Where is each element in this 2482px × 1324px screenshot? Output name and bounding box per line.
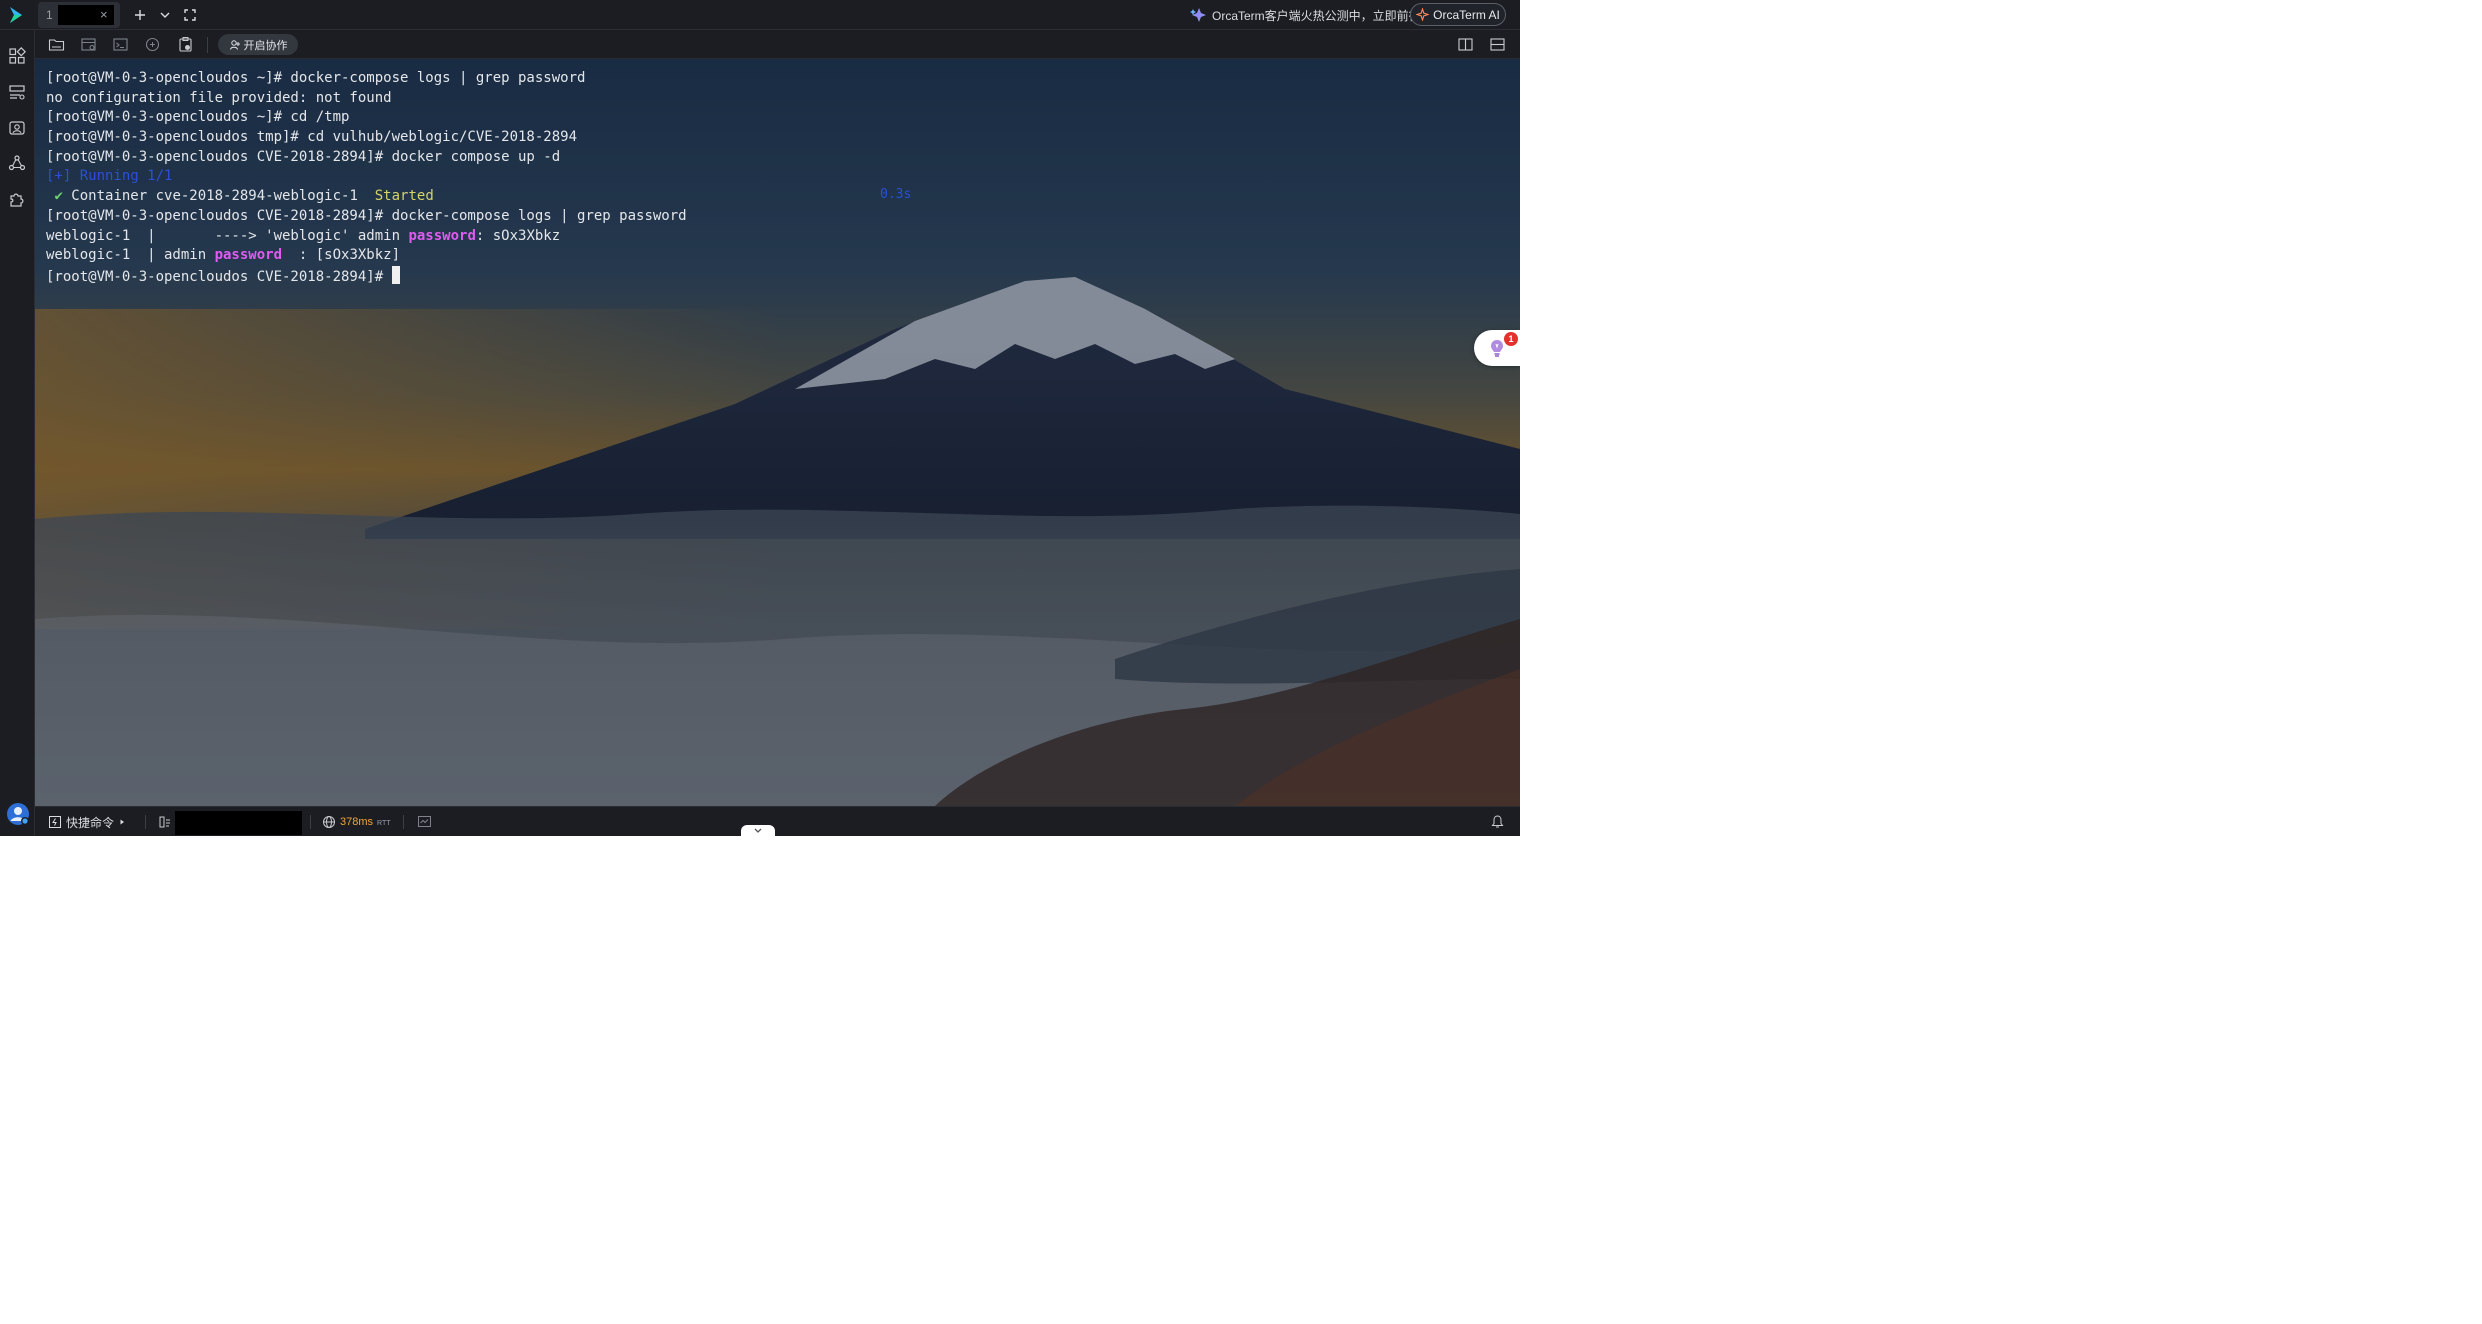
chevron-down-icon xyxy=(754,828,762,833)
terminal-line: [root@VM-0-3-opencloudos CVE-2018-2894]#… xyxy=(46,148,687,168)
terminal-line: [root@VM-0-3-opencloudos CVE-2018-2894]#… xyxy=(46,207,687,227)
orcaterm-sparkle-icon xyxy=(1190,8,1206,22)
start-collaboration-button[interactable]: 开启协作 xyxy=(218,34,298,55)
promo-text: OrcaTerm客户端火热公测中，立即前往 xyxy=(1212,8,1421,23)
user-profile-icon[interactable] xyxy=(8,119,26,137)
status-divider xyxy=(403,815,404,829)
terminal-line: [+] Running 1/1 xyxy=(46,167,687,187)
terminal-line: [root@VM-0-3-opencloudos tmp]# cd vulhub… xyxy=(46,128,687,148)
terminal-line: weblogic-1 | ----> 'weblogic' admin pass… xyxy=(46,227,687,247)
terminal-text-segment: : [sOx3Xbkz] xyxy=(282,247,401,264)
plugin-puzzle-icon[interactable] xyxy=(8,190,26,208)
globe-icon xyxy=(323,816,335,828)
terminal-text-segment: [+] Running 1/1 xyxy=(46,168,173,185)
terminal-text-segment: weblogic-1 | ----> 'weblogic' admin xyxy=(46,227,409,244)
ai-button-label: OrcaTerm AI xyxy=(1433,7,1500,22)
terminal-pane[interactable]: [root@VM-0-3-opencloudos ~]# docker-comp… xyxy=(35,59,1520,806)
terminal-text-segment: password xyxy=(214,247,283,264)
title-bar: 1 × OrcaTerm客户端火热公测中，立即前往 OrcaTerm AI xyxy=(0,0,1520,30)
status-bar: 快捷命令 378ms RTT xyxy=(35,806,1520,836)
session-tab[interactable]: 1 × xyxy=(38,2,120,28)
latency-unit: RTT xyxy=(377,820,391,827)
security-shield-icon[interactable] xyxy=(144,36,161,53)
split-horizontal-icon[interactable] xyxy=(1489,36,1506,53)
clipboard-record-icon[interactable] xyxy=(177,36,194,53)
chevron-down-icon[interactable] xyxy=(156,6,174,24)
terminal-text-segment: Started xyxy=(374,188,434,205)
status-divider xyxy=(310,815,311,829)
sftp-folder-icon[interactable] xyxy=(48,36,65,53)
latency-indicator[interactable]: 378ms RTT xyxy=(322,814,391,830)
orcaterm-ai-button[interactable]: OrcaTerm AI xyxy=(1410,3,1506,26)
terminal-text-segment: password xyxy=(408,227,476,244)
tab-close-icon[interactable]: × xyxy=(100,7,108,22)
orcaterm-logo-icon[interactable] xyxy=(6,5,28,25)
collab-label: 开启协作 xyxy=(243,39,288,52)
server-host-icon xyxy=(159,816,170,828)
ai-sparkle-icon xyxy=(1416,8,1430,21)
terminal-line: [root@VM-0-3-opencloudos ~]# docker-comp… xyxy=(46,69,687,89)
collapse-panel-handle[interactable] xyxy=(741,825,775,836)
notification-badge: 1 xyxy=(1504,332,1518,346)
terminal-text-segment: ✔ xyxy=(54,188,63,205)
file-manager-icon[interactable] xyxy=(80,36,97,53)
orcaterm-window: 1 × OrcaTerm客户端火热公测中，立即前往 OrcaTerm AI 开启… xyxy=(0,0,1520,836)
left-sidebar xyxy=(0,30,35,836)
terminal-text-segment: : sOx3Xbkz xyxy=(475,227,561,244)
collaborate-users-icon xyxy=(229,39,240,50)
terminal-line: [root@VM-0-3-opencloudos CVE-2018-2894]# xyxy=(46,265,687,286)
status-divider xyxy=(145,815,146,829)
latency-value: 378ms xyxy=(340,816,374,828)
quick-commands-label: 快捷命令 xyxy=(66,815,115,830)
user-avatar-icon[interactable] xyxy=(6,802,30,826)
terminal-output[interactable]: [root@VM-0-3-opencloudos ~]# docker-comp… xyxy=(46,69,687,286)
terminal-text-segment: [root@VM-0-3-opencloudos ~]# cd /tmp xyxy=(46,109,350,126)
apps-grid-icon[interactable] xyxy=(8,47,26,65)
terminal-window-icon[interactable] xyxy=(112,36,129,53)
tab-index: 1 xyxy=(46,8,53,22)
notification-bell-icon[interactable] xyxy=(1490,814,1505,829)
terminal-text-segment: no configuration file provided: not foun… xyxy=(46,89,392,106)
new-tab-plus-icon[interactable] xyxy=(131,6,149,24)
fullscreen-icon[interactable] xyxy=(181,6,199,24)
promo-banner[interactable]: OrcaTerm客户端火热公测中，立即前往 xyxy=(1190,6,1421,24)
terminal-text-segment: [root@VM-0-3-opencloudos CVE-2018-2894]# xyxy=(46,268,392,285)
terminal-toolbar: 开启协作 xyxy=(35,30,1520,59)
monitor-icon[interactable] xyxy=(417,815,432,829)
compose-timing: 0.3s xyxy=(880,187,912,202)
quick-commands-button[interactable]: 快捷命令 xyxy=(48,814,126,830)
terminal-text-segment: [root@VM-0-3-opencloudos CVE-2018-2894]#… xyxy=(46,148,561,165)
terminal-text-segment: weblogic-1 | admin xyxy=(46,247,215,264)
terminal-line: ✔ Container cve-2018-2894-weblogic-1 Sta… xyxy=(46,187,687,207)
terminal-text-segment: [root@VM-0-3-opencloudos ~]# docker-comp… xyxy=(46,70,586,86)
toolbar-divider xyxy=(207,37,208,53)
floating-assistant-widget[interactable]: 1 xyxy=(1474,330,1520,366)
host-address-redacted xyxy=(175,811,302,835)
quick-command-icon xyxy=(49,816,61,828)
split-vertical-icon[interactable] xyxy=(1457,36,1474,53)
terminal-line: no configuration file provided: not foun… xyxy=(46,89,687,109)
caret-right-icon xyxy=(120,819,125,825)
network-share-icon[interactable] xyxy=(8,154,26,172)
terminal-text-segment: [root@VM-0-3-opencloudos CVE-2018-2894]#… xyxy=(46,207,687,224)
terminal-cursor xyxy=(391,265,400,284)
terminal-text-segment: Container cve-2018-2894-weblogic-1 xyxy=(62,188,375,205)
server-list-icon[interactable] xyxy=(8,83,26,101)
terminal-text-segment: [root@VM-0-3-opencloudos tmp]# cd vulhub… xyxy=(46,129,578,146)
terminal-line: weblogic-1 | admin password : [sOx3Xbkz] xyxy=(46,246,687,266)
terminal-line: [root@VM-0-3-opencloudos ~]# cd /tmp xyxy=(46,108,687,128)
